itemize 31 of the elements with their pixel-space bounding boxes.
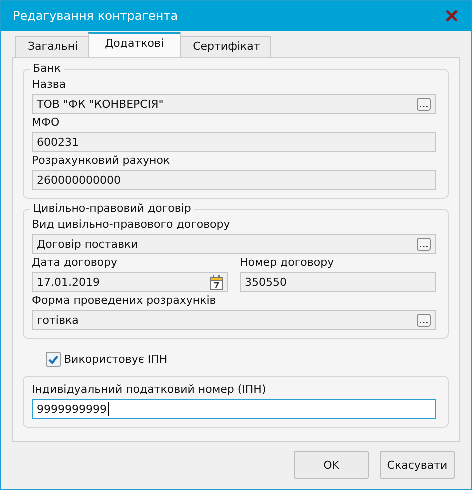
checkbox[interactable]: Використовує ІПН <box>46 352 168 367</box>
tab[interactable]: Додаткові <box>88 32 182 57</box>
input-field[interactable]: 350550 <box>240 272 436 292</box>
calendar-icon[interactable] <box>210 274 223 290</box>
field-label: Назва <box>32 78 68 91</box>
input-field[interactable]: 17.01.2019 <box>32 272 228 292</box>
dialog-button[interactable]: OK <box>294 451 369 479</box>
field-label: Вид цивільно-правового договору <box>32 218 232 231</box>
field-label: Індивідуальний податковий номер (ІПН) <box>32 383 268 396</box>
input-field[interactable]: 9999999999 <box>32 399 436 419</box>
field-label: Номер договору <box>240 256 336 269</box>
checkbox-box[interactable] <box>46 352 61 367</box>
ellipsis-icon[interactable] <box>417 314 431 326</box>
field-label: Дата договору <box>32 256 119 269</box>
input-field[interactable]: Договір поставки <box>32 234 436 254</box>
group-title: Цивільно-правовий договір <box>30 202 194 215</box>
field-label: Форма проведених розрахунків <box>32 294 218 307</box>
input-field[interactable]: ТОВ "ФК "КОНВЕРСІЯ" <box>32 94 436 114</box>
input-field[interactable]: готівка <box>32 310 436 330</box>
field-label: Розрахунковий рахунок <box>32 154 172 167</box>
window-title: Редагування контрагента <box>13 9 178 23</box>
field-label: МФО <box>32 116 61 129</box>
input-field[interactable]: 600231 <box>32 132 436 152</box>
input-field[interactable]: 260000000000 <box>32 170 436 190</box>
close-icon[interactable] <box>446 10 458 22</box>
dialog-button[interactable]: Скасувати <box>380 451 455 479</box>
group-title: Банк <box>30 62 64 75</box>
tab[interactable]: Сертифікат <box>180 36 272 57</box>
ellipsis-icon[interactable] <box>417 238 431 250</box>
ellipsis-icon[interactable] <box>417 98 431 110</box>
tab[interactable]: Загальні <box>15 36 90 57</box>
